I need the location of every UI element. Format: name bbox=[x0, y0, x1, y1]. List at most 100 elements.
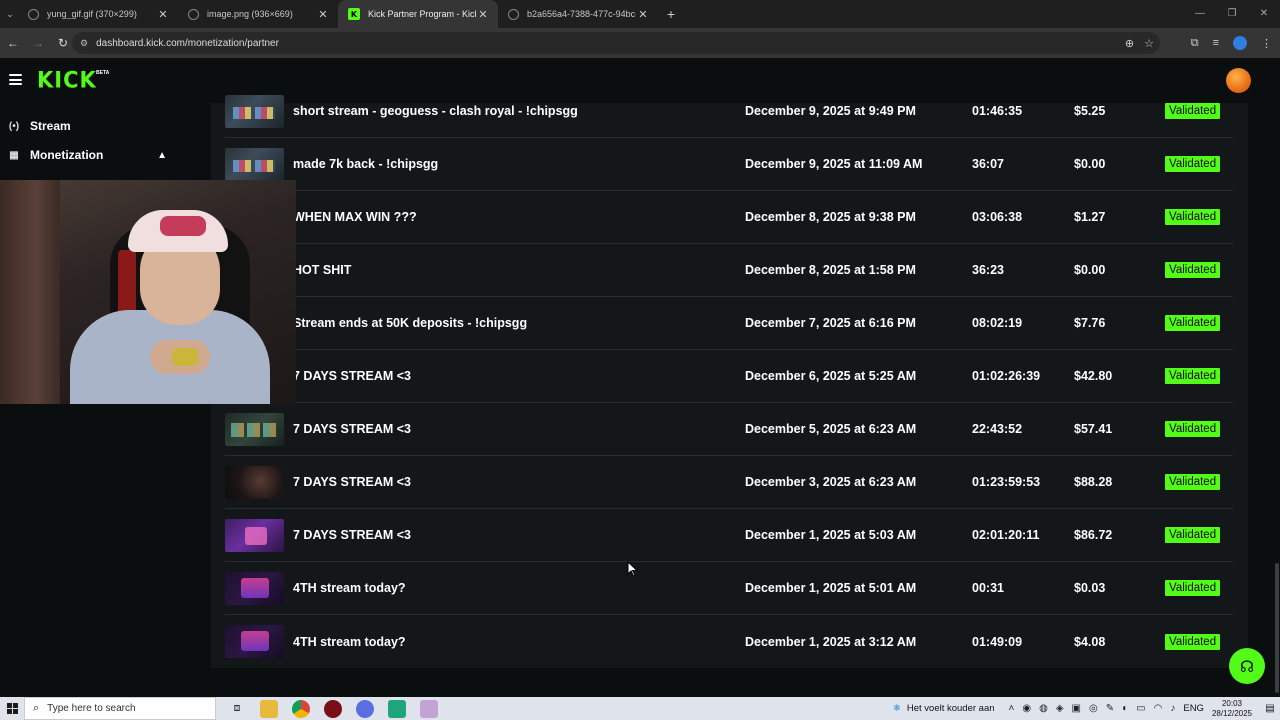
volume-icon[interactable]: ♪ bbox=[1170, 703, 1175, 714]
tab-title: b2a656a4-7388-477c-94bc-270 bbox=[527, 9, 636, 19]
close-tab-icon[interactable]: ✕ bbox=[636, 8, 650, 21]
tray-app-icon[interactable]: ◉ bbox=[1022, 703, 1031, 714]
status-badge: Validated bbox=[1165, 209, 1221, 225]
language-indicator[interactable]: ENG bbox=[1183, 703, 1204, 714]
app-tool-icon[interactable] bbox=[420, 699, 438, 718]
sidebar-item-stream[interactable]: (•) Stream bbox=[7, 116, 71, 136]
bookmark-star-icon[interactable]: ☆ bbox=[1144, 37, 1154, 50]
stream-row[interactable]: 7 DAYS STREAM <3 December 6, 2025 at 5:25… bbox=[225, 350, 1233, 403]
taskbar-search[interactable]: ⌕ Type here to search bbox=[24, 697, 216, 720]
stream-row[interactable]: WHEN MAX WIN ??? December 8, 2025 at 9:38… bbox=[225, 191, 1233, 244]
stream-title: short stream - geoguess - clash royal - … bbox=[293, 104, 578, 118]
tray-app-icon[interactable]: ◎ bbox=[1089, 703, 1098, 714]
wifi-icon[interactable]: ◠ bbox=[1154, 703, 1163, 714]
task-view-icon[interactable]: ⧈ bbox=[228, 700, 246, 718]
stream-date: December 3, 2025 at 6:23 AM bbox=[745, 475, 917, 489]
browser-tab-active[interactable]: K Kick Partner Program - Kick Da ✕ bbox=[338, 0, 498, 28]
tab-search-chevron-icon[interactable]: ⌄ bbox=[2, 0, 18, 28]
address-bar[interactable]: ⚙ dashboard.kick.com/monetization/partne… bbox=[72, 32, 1160, 54]
webcam-overlay bbox=[0, 180, 296, 404]
windows-start-icon[interactable] bbox=[0, 697, 24, 720]
forward-arrow-icon[interactable]: → bbox=[26, 31, 50, 55]
close-tab-icon[interactable]: ✕ bbox=[476, 8, 490, 21]
weather-widget[interactable]: ❄ Het voelt kouder aan bbox=[893, 703, 995, 714]
close-tab-icon[interactable]: ✕ bbox=[156, 8, 170, 21]
url-text: dashboard.kick.com/monetization/partner bbox=[96, 37, 279, 49]
browser-tab[interactable]: b2a656a4-7388-477c-94bc-270 ✕ bbox=[498, 0, 658, 28]
taskbar-search-placeholder: Type here to search bbox=[47, 703, 136, 714]
beta-label: BETA bbox=[96, 70, 110, 76]
stream-row[interactable]: 7 DAYS STREAM <3 December 3, 2025 at 6:23… bbox=[225, 456, 1233, 509]
stream-thumbnail[interactable] bbox=[225, 412, 284, 446]
close-tab-icon[interactable]: ✕ bbox=[316, 8, 330, 21]
site-info-icon[interactable]: ⚙ bbox=[80, 38, 88, 49]
browser-tab-strip: ⌄ yung_gif.gif (370×299) ✕ image.png (93… bbox=[0, 0, 1280, 28]
stream-duration: 01:49:09 bbox=[972, 634, 1023, 649]
stream-duration: 01:02:26:39 bbox=[972, 369, 1041, 383]
stream-duration: 36:07 bbox=[972, 157, 1004, 171]
stream-row[interactable]: 4TH stream today? December 1, 2025 at 5:0… bbox=[225, 562, 1233, 615]
stream-row[interactable]: 7 DAYS STREAM <3 December 1, 2025 at 5:03… bbox=[225, 509, 1233, 562]
tray-app-icon[interactable]: ▣ bbox=[1072, 703, 1081, 714]
kick-logo[interactable]: KICK bbox=[37, 67, 97, 92]
hamburger-menu-icon[interactable] bbox=[9, 74, 22, 85]
minimize-icon[interactable]: — bbox=[1184, 0, 1216, 28]
tray-overflow-icon[interactable]: ˄ bbox=[1009, 703, 1015, 714]
app-green-icon[interactable] bbox=[388, 699, 406, 718]
stream-thumbnail[interactable] bbox=[225, 571, 284, 605]
tray-app-icon[interactable]: ◈ bbox=[1056, 703, 1064, 714]
kick-icon: K bbox=[348, 8, 360, 20]
page-scrollbar[interactable] bbox=[1274, 103, 1280, 697]
status-badge: Validated bbox=[1165, 103, 1221, 119]
stream-thumbnail[interactable] bbox=[225, 625, 284, 658]
browser-tab[interactable]: yung_gif.gif (370×299) ✕ bbox=[18, 0, 178, 28]
stream-thumbnail[interactable] bbox=[225, 147, 284, 181]
stream-row[interactable]: short stream - geoguess - clash royal - … bbox=[225, 85, 1233, 138]
stream-date: December 1, 2025 at 3:12 AM bbox=[745, 634, 917, 649]
stream-earnings: $42.80 bbox=[1074, 369, 1113, 383]
stream-date: December 9, 2025 at 11:09 AM bbox=[745, 157, 923, 171]
browser-tab[interactable]: image.png (936×669) ✕ bbox=[178, 0, 338, 28]
stream-row[interactable]: HOT SHIT December 8, 2025 at 1:58 PM 36:23… bbox=[225, 244, 1233, 297]
network-icon[interactable]: ▭ bbox=[1136, 703, 1145, 714]
stream-row[interactable]: Stream ends at 50K deposits - !chipsgg De… bbox=[225, 297, 1233, 350]
file-explorer-icon[interactable] bbox=[260, 699, 278, 718]
stream-thumbnail[interactable] bbox=[225, 465, 284, 499]
profile-icon[interactable] bbox=[1233, 36, 1247, 50]
tray-app-icon[interactable]: ◍ bbox=[1039, 703, 1048, 714]
stream-thumbnail[interactable] bbox=[225, 518, 284, 552]
stream-row[interactable]: made 7k back - !chipsgg December 9, 2025 … bbox=[225, 138, 1233, 191]
stream-row[interactable]: 7 DAYS STREAM <3 December 5, 2025 at 6:23… bbox=[225, 403, 1233, 456]
restore-icon[interactable]: ❐ bbox=[1216, 0, 1248, 28]
new-tab-button[interactable]: + bbox=[658, 6, 684, 22]
notifications-icon[interactable]: ▤ bbox=[1260, 703, 1280, 714]
sidebar-item-monetization[interactable]: ▦ Monetization ▲ bbox=[7, 145, 167, 165]
stream-duration: 02:01:20:11 bbox=[972, 528, 1040, 542]
stream-date: December 9, 2025 at 9:49 PM bbox=[745, 104, 916, 118]
zoom-icon[interactable]: ⊕ bbox=[1125, 37, 1134, 50]
extensions-icon[interactable]: ⧉ bbox=[1191, 37, 1199, 50]
tray-app-icon[interactable]: ✎ bbox=[1106, 703, 1114, 714]
broadcast-icon: (•) bbox=[8, 120, 20, 132]
support-chat-button[interactable]: ☊ bbox=[1229, 648, 1265, 684]
status-badge: Validated bbox=[1165, 580, 1221, 596]
scrollbar-thumb[interactable] bbox=[1275, 563, 1279, 693]
stream-thumbnail[interactable] bbox=[225, 94, 284, 128]
stream-earnings: $86.72 bbox=[1074, 528, 1113, 542]
browser-menu-icon[interactable]: ⋮ bbox=[1261, 37, 1272, 50]
stream-row[interactable]: 4TH stream today? December 1, 2025 at 3:1… bbox=[225, 615, 1233, 668]
back-arrow-icon[interactable]: ← bbox=[1, 31, 25, 55]
tray-app-icon[interactable]: ◐ bbox=[1122, 703, 1128, 714]
chrome-icon[interactable] bbox=[292, 699, 310, 718]
sidebar-item-label: Stream bbox=[30, 119, 71, 133]
media-icon[interactable]: ≡ bbox=[1213, 37, 1219, 49]
app-red-icon[interactable] bbox=[324, 699, 342, 718]
app-chat-icon[interactable] bbox=[356, 699, 374, 718]
sidebar-item-label: Monetization bbox=[30, 148, 104, 162]
stream-date: December 8, 2025 at 1:58 PM bbox=[745, 263, 916, 277]
stream-earnings: $7.76 bbox=[1074, 316, 1106, 330]
close-window-icon[interactable]: ✕ bbox=[1248, 0, 1280, 28]
stream-earnings: $0.00 bbox=[1074, 157, 1106, 171]
clock[interactable]: 20:03 28/12/2025 bbox=[1212, 699, 1252, 719]
chevron-up-icon[interactable]: ▲ bbox=[157, 150, 167, 161]
